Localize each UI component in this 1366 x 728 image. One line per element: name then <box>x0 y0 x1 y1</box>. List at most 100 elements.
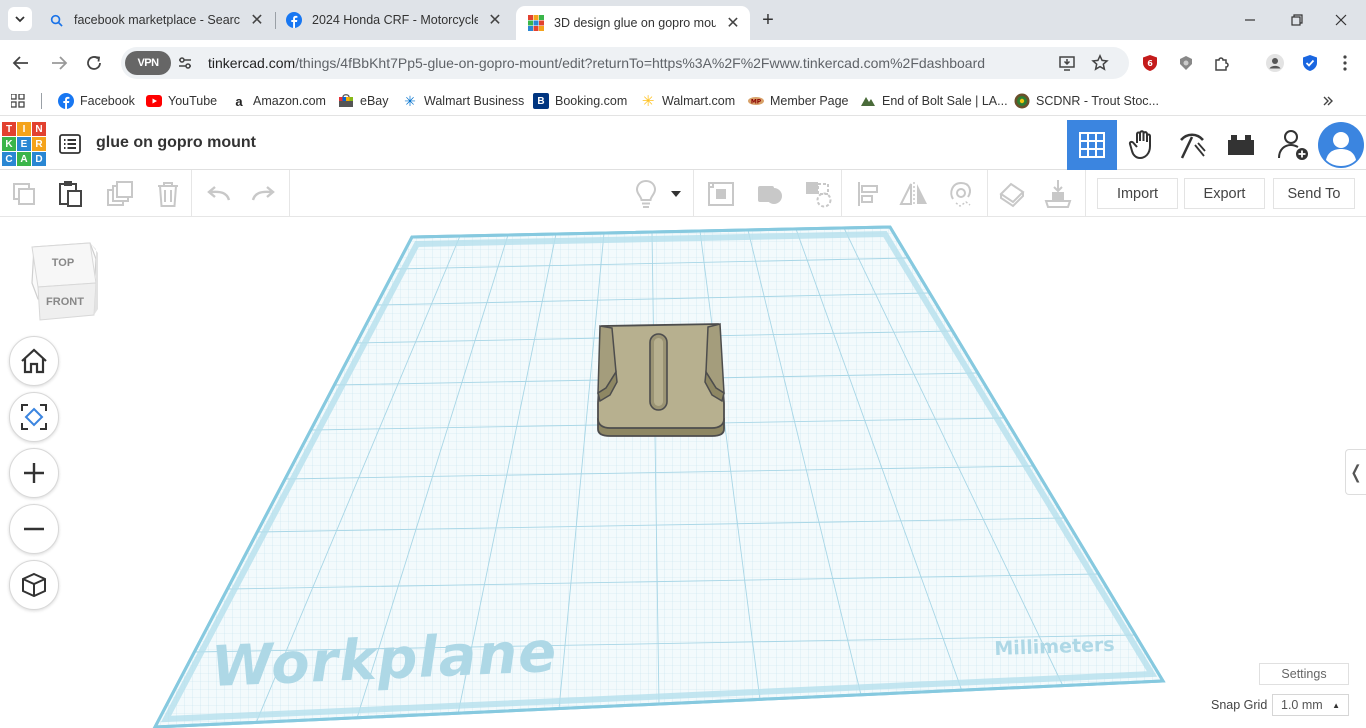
new-tab-button[interactable]: + <box>756 9 780 33</box>
vpn-label: VPN <box>137 57 159 69</box>
bookmark-star-icon[interactable] <box>1090 53 1110 73</box>
view-cube-top-label[interactable]: TOP <box>52 257 74 269</box>
perspective-toggle-button[interactable] <box>9 560 59 610</box>
fit-view-button[interactable] <box>9 392 59 442</box>
zoom-in-button[interactable] <box>9 448 59 498</box>
facebook-icon <box>58 93 74 109</box>
zoom-out-button[interactable] <box>9 504 59 554</box>
drop-button[interactable] <box>997 179 1027 209</box>
extensions-puzzle-icon[interactable] <box>1212 53 1232 73</box>
logo-letter: E <box>17 137 31 151</box>
gopro-mount-shape[interactable] <box>597 323 725 437</box>
lego-view-button[interactable] <box>1216 120 1266 170</box>
notes-button[interactable] <box>631 179 661 209</box>
export-label: Export <box>1203 185 1246 202</box>
install-app-icon[interactable] <box>1057 53 1077 73</box>
import-button[interactable]: Import <box>1097 178 1178 209</box>
user-avatar-button[interactable] <box>1316 120 1366 170</box>
view-cube[interactable]: TOP FRONT <box>28 239 100 323</box>
paste-button[interactable] <box>56 179 86 209</box>
design-title[interactable]: glue on gopro mount <box>96 134 256 152</box>
duplicate-icon <box>107 181 133 206</box>
blocks-view-button[interactable] <box>1117 120 1167 170</box>
home-view-button[interactable] <box>9 336 59 386</box>
bookmark-booking[interactable]: B Booking.com <box>533 92 627 110</box>
bookmark-facebook[interactable]: Facebook <box>58 92 135 110</box>
drop-icon <box>999 182 1025 208</box>
bookmark-amazon[interactable]: a Amazon.com <box>231 92 326 110</box>
bookmark-ebay[interactable]: eBay <box>338 92 389 110</box>
duplicate-button[interactable] <box>105 179 135 209</box>
redo-icon <box>251 186 275 201</box>
copy-button[interactable] <box>9 179 39 209</box>
shield-extension-icon[interactable] <box>1176 53 1196 73</box>
3d-view-button[interactable] <box>1067 120 1117 170</box>
site-info-icon[interactable] <box>177 55 193 71</box>
cruise-button[interactable] <box>946 179 976 209</box>
import-to-workplane-button[interactable] <box>1043 179 1073 209</box>
bookmark-youtube[interactable]: YouTube <box>146 92 217 110</box>
3d-workspace[interactable]: Workplane Millimeters TOP FRONT ❬ Settin… <box>0 217 1366 728</box>
bookmark-label: SCDNR - Trout Stoc... <box>1036 94 1159 108</box>
close-tab-icon[interactable]: ✕ <box>486 11 504 29</box>
invite-collaborator-button[interactable] <box>1268 120 1318 170</box>
forward-button[interactable] <box>46 50 72 76</box>
mirror-button[interactable] <box>899 179 929 209</box>
settings-button[interactable]: Settings <box>1259 663 1349 685</box>
redo-button[interactable] <box>249 179 279 209</box>
walmart-business-icon: ✳ <box>404 92 416 109</box>
tab-search-button[interactable] <box>8 7 32 31</box>
collapse-panel-button[interactable]: ❬ <box>1345 449 1366 495</box>
url-text[interactable]: tinkercad.com/things/4fBbKht7Pp5-glue-on… <box>208 55 985 71</box>
restore-window-button[interactable] <box>1285 8 1309 32</box>
bookmark-bolt-sale[interactable]: End of Bolt Sale | LA... <box>860 92 1008 110</box>
bricks-view-button[interactable] <box>1167 120 1217 170</box>
export-button[interactable]: Export <box>1184 178 1265 209</box>
workplane-canvas[interactable] <box>0 217 1366 728</box>
reload-button[interactable] <box>81 50 107 76</box>
bookmark-label: Walmart Business <box>424 94 525 108</box>
bookmark-walmart[interactable]: ✳ Walmart.com <box>640 92 735 110</box>
minimize-window-button[interactable] <box>1238 8 1262 32</box>
design-list-icon[interactable] <box>58 132 82 156</box>
bookmark-walmart-business[interactable]: ✳ Walmart Business <box>402 92 524 110</box>
mirror-icon <box>899 182 927 206</box>
vpn-badge[interactable]: VPN <box>125 51 171 75</box>
more-menu-icon[interactable] <box>1335 53 1355 73</box>
close-tab-icon[interactable]: ✕ <box>724 14 742 32</box>
password-manager-icon[interactable] <box>1300 53 1320 73</box>
browser-tab[interactable]: facebook marketplace - Search ✕ <box>36 6 274 34</box>
ungroup-button[interactable] <box>803 179 833 209</box>
bookmark-label: Member Page <box>770 94 849 108</box>
tab-title: 2024 Honda CRF - Motorcycles <box>312 13 478 27</box>
logo-letter: A <box>17 152 31 166</box>
apps-grid-icon[interactable] <box>11 92 25 110</box>
bookmark-member-page[interactable]: MP Member Page <box>748 92 849 110</box>
toolbar-separator <box>191 170 192 216</box>
address-bar[interactable]: VPN tinkercad.com/things/4fBbKht7Pp5-glu… <box>121 47 1129 79</box>
tinkercad-logo[interactable]: T I N K E R C A D <box>2 122 46 166</box>
bookmark-scdnr[interactable]: SCDNR - Trout Stoc... <box>1014 92 1159 110</box>
close-tab-icon[interactable]: ✕ <box>248 11 266 29</box>
logo-letter: R <box>32 137 46 151</box>
ublock-extension-icon[interactable]: 6 <box>1140 53 1160 73</box>
snap-grid-select[interactable]: 1.0 mm ▲ <box>1272 694 1349 716</box>
notes-dropdown[interactable] <box>666 179 686 209</box>
group-button[interactable] <box>755 179 785 209</box>
undo-button[interactable] <box>203 179 233 209</box>
view-cube-front-label[interactable]: FRONT <box>46 296 84 308</box>
add-user-icon <box>1278 130 1308 160</box>
delete-button[interactable] <box>153 179 183 209</box>
browser-tab[interactable]: 2024 Honda CRF - Motorcycles ✕ <box>274 6 512 34</box>
browser-tab-active[interactable]: 3D design glue on gopro mount ✕ <box>516 6 750 40</box>
back-button[interactable] <box>8 50 34 76</box>
walmart-icon: ✳ <box>641 93 655 110</box>
align-button[interactable] <box>853 179 883 209</box>
send-to-button[interactable]: Send To <box>1273 178 1355 209</box>
more-bookmarks-icon[interactable] <box>1322 92 1334 110</box>
scdnr-icon <box>1014 93 1030 109</box>
close-window-button[interactable] <box>1329 8 1353 32</box>
url-host: tinkercad.com <box>208 55 296 71</box>
ruler-button[interactable] <box>706 179 736 209</box>
profile-icon[interactable] <box>1265 53 1285 73</box>
